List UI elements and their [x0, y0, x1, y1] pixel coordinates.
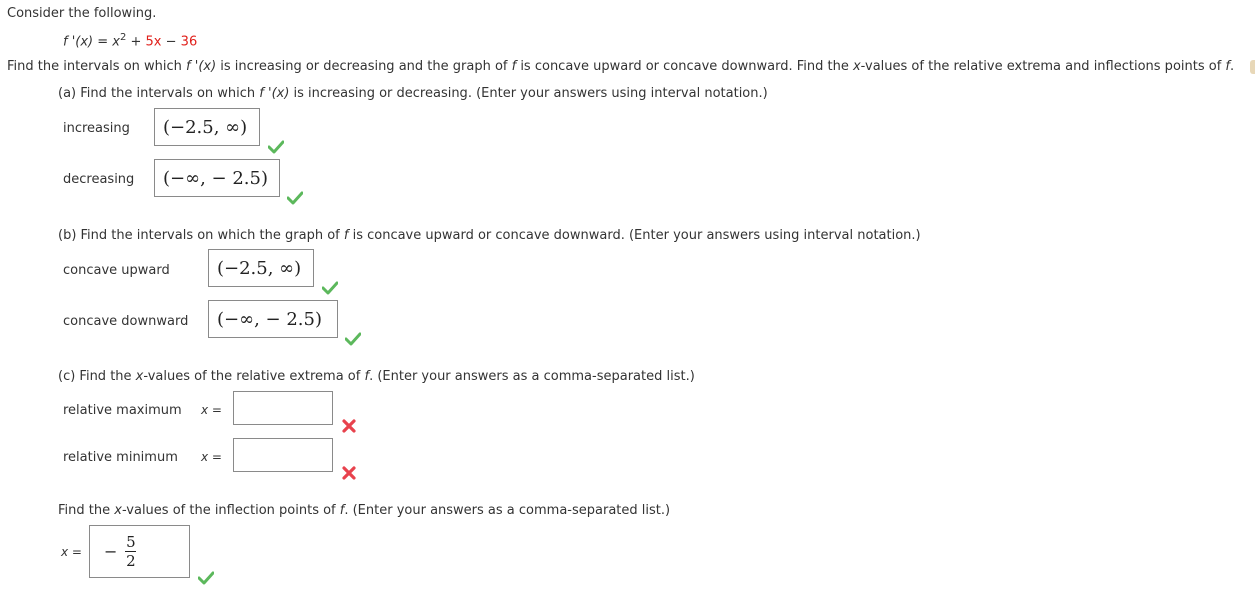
- part-a-prompt-text: is increasing or decreasing. (Enter your…: [289, 86, 768, 101]
- decreasing-label: decreasing: [63, 172, 135, 187]
- correct-check-icon: [198, 571, 214, 585]
- relative-maximum-x-equals: x =: [201, 403, 222, 417]
- equals-sign: =: [68, 545, 82, 559]
- instructions-text: .: [1230, 59, 1235, 74]
- decreasing-answer-field[interactable]: (−∞, − 2.5): [154, 159, 280, 197]
- concave-upward-answer-field[interactable]: (−2.5, ∞): [208, 249, 314, 287]
- correct-check-icon: [287, 191, 303, 205]
- part-a-prompt-text: (a) Find the intervals on which: [58, 86, 260, 101]
- fraction-denominator: 2: [126, 552, 136, 570]
- part-c-prompt: (c) Find the x-values of the relative ex…: [58, 369, 695, 384]
- instructions-text: is concave upward or concave downward. F…: [516, 59, 853, 74]
- increasing-answer-field[interactable]: (−2.5, ∞): [154, 108, 260, 146]
- inflection-prompt-text: -values of the inflection points of: [121, 503, 340, 518]
- relative-minimum-input[interactable]: [233, 438, 333, 472]
- concave-downward-answer-field[interactable]: (−∞, − 2.5): [208, 300, 338, 338]
- inflection-prompt-text: Find the: [58, 503, 115, 518]
- incorrect-x-icon: [342, 466, 356, 480]
- negative-sign: −: [104, 542, 118, 561]
- inflection-x: x: [114, 503, 122, 518]
- part-c-prompt-text: . (Enter your answers as a comma-separat…: [369, 369, 695, 384]
- inflection-x-equals: x =: [61, 545, 82, 559]
- correct-check-icon: [322, 281, 338, 295]
- instructions-text: -values of the relative extrema and infl…: [860, 59, 1226, 74]
- incorrect-x-icon: [342, 419, 356, 433]
- correct-check-icon: [268, 140, 284, 154]
- function-constant: 36: [180, 34, 198, 50]
- inflection-prompt-text: . (Enter your answers as a comma-separat…: [344, 503, 671, 518]
- part-b-prompt-text: (b) Find the intervals on which the grap…: [58, 228, 344, 243]
- fraction: 5 2: [125, 533, 137, 570]
- concave-downward-label: concave downward: [63, 314, 189, 329]
- part-a-prompt: (a) Find the intervals on which f '(x) i…: [58, 86, 768, 101]
- equals-sign: =: [208, 450, 222, 464]
- function-lhs: f '(x) = x: [63, 34, 120, 50]
- function-minus: −: [161, 34, 181, 50]
- instructions: Find the intervals on which f '(x) is in…: [7, 59, 1234, 74]
- relative-minimum-x-equals: x =: [201, 450, 222, 464]
- increasing-label: increasing: [63, 121, 130, 136]
- inflection-answer-field[interactable]: − 5 2: [89, 525, 190, 578]
- part-c-prompt-text: -values of the relative extrema of: [143, 369, 365, 384]
- concave-upward-label: concave upward: [63, 263, 170, 278]
- relative-maximum-label: relative maximum: [63, 403, 182, 418]
- function-definition: f '(x) = x2 + 5x − 36: [63, 32, 197, 49]
- equals-sign: =: [208, 403, 222, 417]
- part-a-fprime: f '(x): [259, 86, 290, 101]
- instructions-fprime: f '(x): [186, 59, 217, 74]
- part-b-prompt-text: is concave upward or concave downward. (…: [348, 228, 921, 243]
- fraction-numerator: 5: [126, 533, 136, 551]
- instructions-text: is increasing or decreasing and the grap…: [216, 59, 512, 74]
- part-c-prompt-text: (c) Find the: [58, 369, 136, 384]
- instructions-text: Find the intervals on which: [7, 59, 187, 74]
- relative-minimum-label: relative minimum: [63, 450, 178, 465]
- inflection-prompt: Find the x-values of the inflection poin…: [58, 503, 670, 518]
- relative-maximum-input[interactable]: [233, 391, 333, 425]
- correct-check-icon: [345, 332, 361, 346]
- clipped-help-icon[interactable]: [1250, 60, 1255, 74]
- intro-text: Consider the following.: [7, 6, 157, 21]
- function-plus: +: [126, 34, 146, 50]
- function-linear-term: 5x: [145, 34, 162, 50]
- part-b-prompt: (b) Find the intervals on which the grap…: [58, 228, 921, 243]
- instructions-x: x: [852, 59, 861, 74]
